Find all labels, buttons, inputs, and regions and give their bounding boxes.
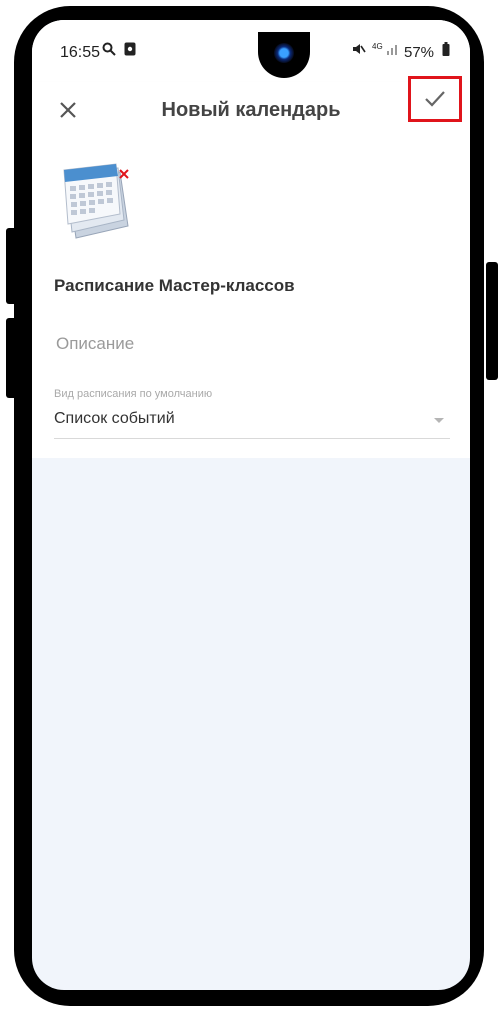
default-view-label: Вид расписания по умолчанию [54, 388, 213, 400]
power-button [486, 262, 498, 380]
volume-down-button [6, 318, 18, 398]
network-type: 4G [372, 42, 383, 51]
default-view-select[interactable]: Список событий [54, 406, 450, 439]
status-time: 16:55 [60, 44, 101, 61]
calendar-name[interactable]: Расписание Мастер-классов [54, 276, 295, 296]
checkmark-icon [425, 91, 445, 107]
volume-up-button [6, 228, 18, 304]
description-input[interactable]: Описание [56, 334, 450, 368]
mute-icon [352, 42, 366, 62]
search-icon [102, 42, 116, 62]
form-card: Расписание Мастер-классов Описание Вид р… [32, 142, 470, 458]
status-bar: 16:55 4G 57% [32, 20, 470, 82]
battery-percent: 57% [404, 44, 435, 61]
app-bar: Новый календарь [32, 76, 470, 142]
camera-lens [274, 43, 294, 63]
notification-icon [124, 42, 136, 62]
battery-icon [442, 42, 450, 62]
screen: 16:55 4G 57% Новый календарь Расписание … [32, 20, 470, 990]
signal-icon [386, 42, 400, 62]
chevron-down-icon [434, 418, 444, 423]
calendar-image[interactable] [62, 162, 134, 242]
page-title: Новый календарь [161, 99, 341, 121]
default-view-value: Список событий [54, 410, 175, 427]
save-button[interactable] [408, 76, 462, 122]
